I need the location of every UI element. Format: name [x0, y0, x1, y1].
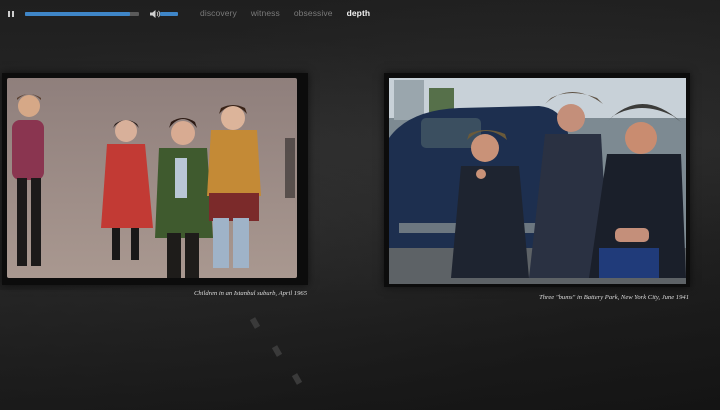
photo-frame-battery-park — [384, 73, 690, 287]
photo-frame-istanbul — [2, 73, 308, 285]
background-road — [0, 290, 720, 410]
photo-istanbul-children[interactable] — [7, 78, 297, 278]
volume-slider[interactable] — [160, 12, 178, 16]
caption-battery-park: Three "bums" in Battery Park, New York C… — [539, 294, 689, 301]
progress-bar[interactable] — [25, 12, 139, 16]
nav-discovery[interactable]: discovery — [200, 8, 237, 18]
nav-witness[interactable]: witness — [251, 8, 280, 18]
pause-icon[interactable] — [6, 8, 16, 20]
caption-istanbul: Children in an Istanbul suburb, April 19… — [193, 290, 307, 297]
chapter-nav: discovery witness obsessive depth — [200, 8, 370, 18]
nav-obsessive[interactable]: obsessive — [294, 8, 333, 18]
progress-fill — [25, 12, 130, 16]
nav-depth[interactable]: depth — [347, 8, 371, 18]
player-controls: discovery witness obsessive depth — [0, 0, 720, 28]
photo-battery-park-men[interactable] — [389, 78, 686, 284]
